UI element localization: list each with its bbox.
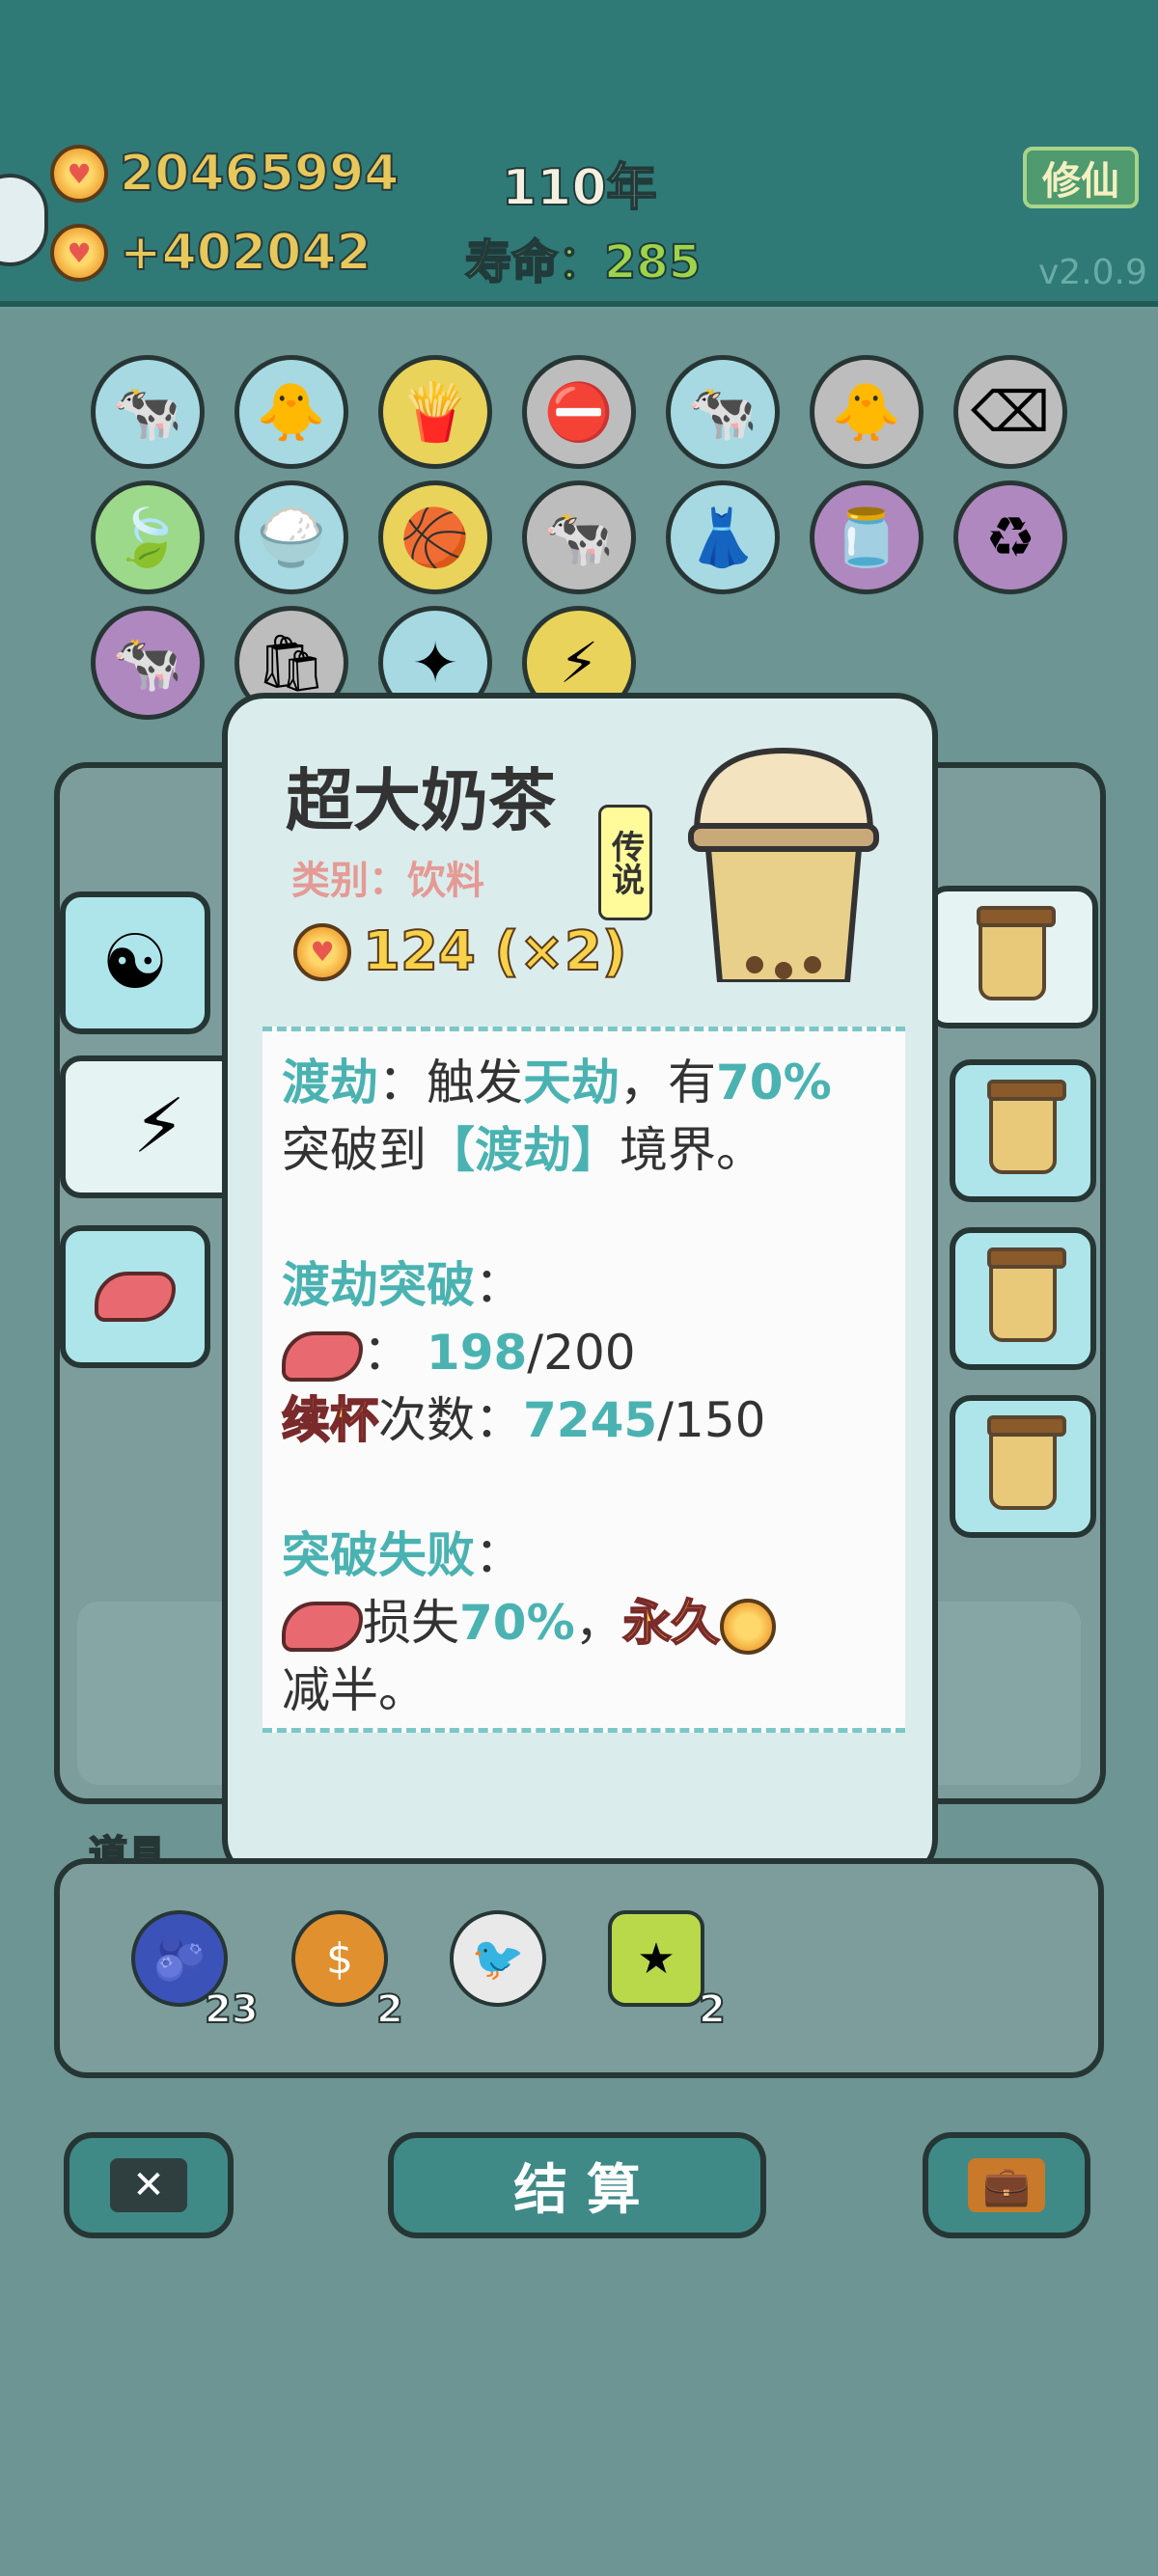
- top-bar: ♥ 20465994 ♥ +402042 110年 寿命：285 修仙 v2.0…: [0, 0, 1158, 307]
- item-description: 渡劫：触发天劫，有70% 突破到【渡劫】境界。 渡劫突破： ： 198/200 …: [262, 1027, 905, 1733]
- quit-button[interactable]: ✕: [64, 2132, 234, 2238]
- chick-icon[interactable]: 🐥: [810, 355, 924, 469]
- item-count: 2: [698, 1987, 727, 2033]
- basketballs-icon[interactable]: 🏀: [378, 480, 492, 594]
- milk-tea-cup-icon: [987, 1080, 1066, 1174]
- medium-milk-tea-tab[interactable]: [950, 1227, 1096, 1370]
- coin-total: ♥ 20465994: [50, 144, 400, 204]
- desc-line-1: 渡劫：触发天劫，有70%: [282, 1055, 832, 1110]
- version-label: v2.0.9: [1038, 253, 1147, 292]
- item-count: 23: [204, 1987, 260, 2033]
- skirt-icon[interactable]: 👗: [666, 480, 780, 594]
- rarity-badge: 传说: [598, 805, 652, 920]
- failure-heading: 突破失败：: [282, 1527, 523, 1583]
- tall-milk-tea-tab[interactable]: [950, 1395, 1096, 1538]
- refill-requirement: 续杯次数：7245/150: [281, 1391, 766, 1449]
- failure-line-2: 减半。: [282, 1662, 427, 1718]
- fries-icon[interactable]: 🍟: [378, 355, 492, 469]
- heart-coin-icon: [719, 1598, 776, 1655]
- large-milk-tea-tab[interactable]: [926, 886, 1098, 1028]
- milk-tea-cup-icon: [977, 906, 1056, 1000]
- coin-income: ♥ +402042: [50, 223, 372, 283]
- liver-tab[interactable]: [60, 1225, 210, 1368]
- yin-yang-tab[interactable]: ☯: [60, 891, 210, 1034]
- desc-line-2: 突破到【渡劫】境界。: [282, 1122, 764, 1178]
- bag-button[interactable]: 💼: [923, 2132, 1090, 2238]
- breakthrough-heading: 渡劫突破：: [282, 1257, 523, 1313]
- cow-pair-icon[interactable]: 🐄: [91, 355, 205, 469]
- rice-bowl-icon[interactable]: 🍚: [234, 480, 348, 594]
- ghost-avatar-icon[interactable]: [0, 174, 48, 266]
- delete-key-icon[interactable]: ⌫: [953, 355, 1067, 469]
- heart-coin-icon: ♥: [50, 145, 108, 203]
- no-entry-icon[interactable]: ⛔: [522, 355, 636, 469]
- milk-tea-cup-icon: [987, 1247, 1066, 1342]
- dollar-coin-icon[interactable]: $: [291, 1910, 388, 2007]
- briefcase-icon: 💼: [968, 2158, 1045, 2212]
- leaf-icon[interactable]: 🍃: [91, 480, 205, 594]
- failure-line-1: 损失70%，永久: [282, 1589, 886, 1657]
- item-tooltip: 超大奶茶 类别：饮料 传说 ♥ 124 (×2) 渡劫：触发天劫，有70% 突破…: [222, 693, 938, 1881]
- liver-icon: [282, 1330, 363, 1382]
- cow-pair-icon[interactable]: 🐄: [666, 355, 780, 469]
- heart-coin-icon: ♥: [293, 922, 351, 981]
- small-milk-tea-tab[interactable]: [950, 1059, 1096, 1202]
- item-count: 2: [375, 1987, 404, 2033]
- super-milk-tea-icon: [688, 747, 879, 982]
- cow-pair-icon[interactable]: 🐄: [522, 480, 636, 594]
- settle-button[interactable]: 结 算: [388, 2132, 766, 2238]
- liver-icon: [95, 1272, 176, 1322]
- pigeon-icon[interactable]: 🐦: [450, 1910, 546, 2007]
- milk-tea-cup-icon: [987, 1415, 1066, 1510]
- year-display: 110年: [501, 158, 658, 218]
- heart-coin-icon: ♥: [50, 224, 108, 282]
- liver-icon: [282, 1601, 363, 1652]
- delete-key-icon: ✕: [110, 2158, 187, 2212]
- jar-icon[interactable]: 🫙: [810, 480, 924, 594]
- chick-icon[interactable]: 🐥: [234, 355, 348, 469]
- item-title: 超大奶茶: [286, 761, 556, 840]
- lifespan-display: 寿命：285: [464, 234, 702, 290]
- star-icon[interactable]: ★: [608, 1910, 704, 2007]
- item-category: 类别：饮料: [291, 859, 484, 903]
- item-price: ♥ 124 (×2): [293, 919, 627, 984]
- cow-pair-icon[interactable]: 🐄: [91, 606, 205, 720]
- cultivation-button[interactable]: 修仙: [1023, 147, 1139, 208]
- recycle-icon[interactable]: ♻: [953, 480, 1067, 594]
- liver-requirement: ： 198/200: [282, 1319, 886, 1386]
